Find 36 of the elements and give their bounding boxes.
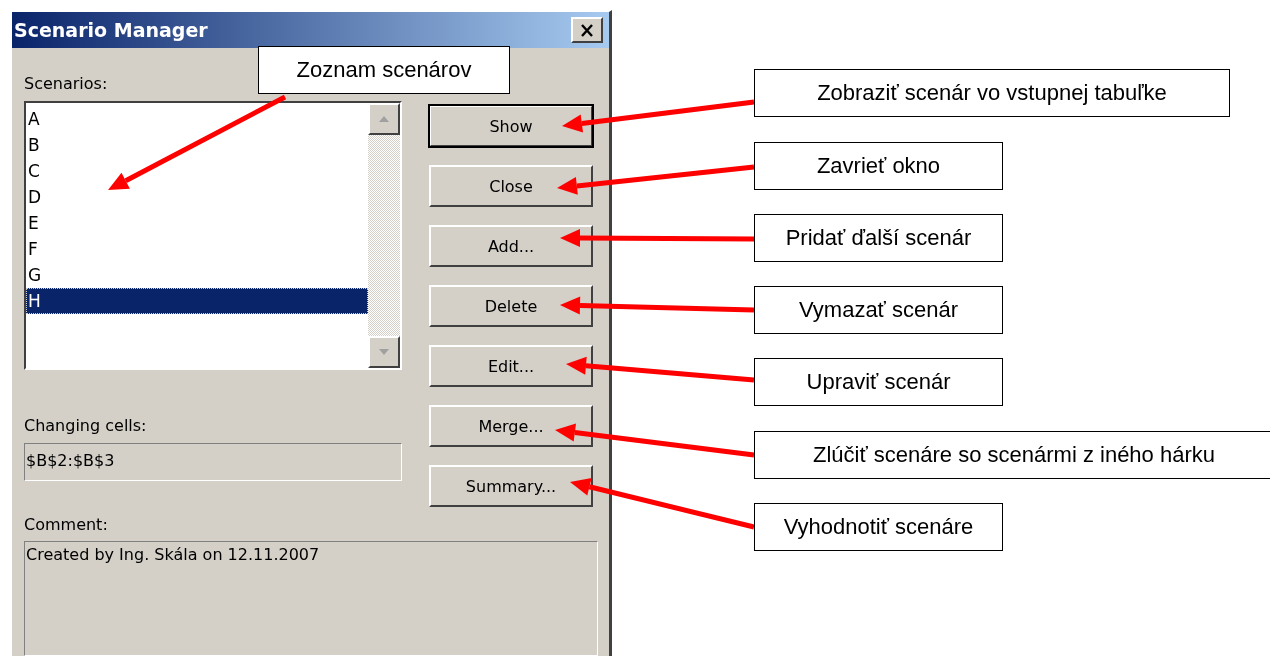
comment-field: Created by Ing. Skála on 12.11.2007 bbox=[24, 541, 598, 656]
list-item[interactable]: F bbox=[26, 236, 368, 262]
window-title: Scenario Manager bbox=[14, 19, 208, 41]
changing-cells-label: Changing cells: bbox=[24, 416, 148, 435]
close-button[interactable] bbox=[571, 17, 603, 43]
callout-label: Vymazať scenár bbox=[754, 286, 1003, 334]
list-item[interactable]: E bbox=[26, 210, 368, 236]
comment-label: Comment: bbox=[24, 515, 109, 534]
callout-label: Pridať ďalší scenár bbox=[754, 214, 1003, 262]
up-arrow-icon bbox=[379, 116, 389, 122]
callout-label: Vyhodnotiť scenáre bbox=[754, 503, 1003, 551]
scroll-up-button[interactable] bbox=[368, 103, 400, 135]
callout-label: Zlúčiť scenáre so scenármi z iného hárku bbox=[754, 431, 1270, 479]
callout-label: Zavrieť okno bbox=[754, 142, 1003, 190]
callout-label: Upraviť scenár bbox=[754, 358, 1003, 406]
callout-label: Zobraziť scenár vo vstupnej tabuľke bbox=[754, 69, 1230, 117]
dialog-button[interactable]: Delete bbox=[429, 285, 593, 327]
dialog-button[interactable]: Edit... bbox=[429, 345, 593, 387]
close-icon bbox=[580, 23, 594, 37]
dialog-button[interactable]: Merge... bbox=[429, 405, 593, 447]
list-item[interactable]: A bbox=[26, 106, 368, 132]
scroll-down-button[interactable] bbox=[368, 336, 400, 368]
list-item[interactable]: C bbox=[26, 158, 368, 184]
list-item[interactable]: B bbox=[26, 132, 368, 158]
down-arrow-icon bbox=[379, 349, 389, 355]
dialog-button[interactable]: Close bbox=[429, 165, 593, 207]
callout-label: Zoznam scenárov bbox=[258, 46, 510, 94]
dialog-button[interactable]: Summary... bbox=[429, 465, 593, 507]
list-item[interactable]: G bbox=[26, 262, 368, 288]
list-item[interactable]: H bbox=[26, 288, 368, 314]
scrollbar[interactable] bbox=[368, 103, 400, 368]
changing-cells-field: $B$2:$B$3 bbox=[24, 443, 402, 481]
dialog-button[interactable]: Add... bbox=[429, 225, 593, 267]
dialog-button[interactable]: Show bbox=[429, 105, 593, 147]
list-item[interactable]: D bbox=[26, 184, 368, 210]
scenarios-label: Scenarios: bbox=[24, 74, 109, 94]
